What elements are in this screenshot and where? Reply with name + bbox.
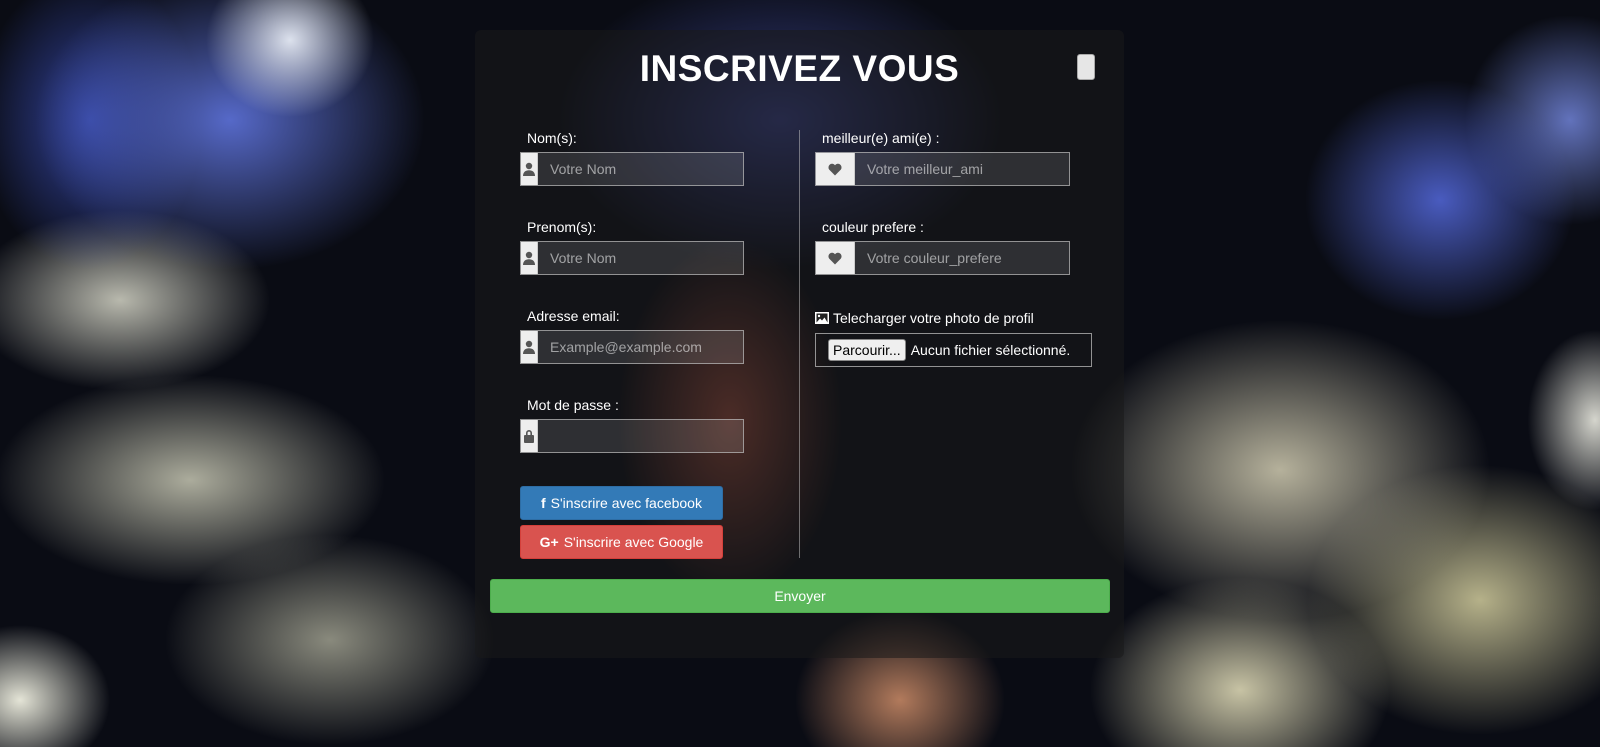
- photo-label-text: Telecharger votre photo de profil: [833, 310, 1034, 326]
- meilleur-ami-label: meilleur(e) ami(e) :: [822, 130, 940, 146]
- close-button[interactable]: [1077, 54, 1095, 80]
- prenom-label: Prenom(s):: [527, 219, 597, 235]
- user-icon: [521, 242, 538, 274]
- email-label: Adresse email:: [527, 308, 620, 324]
- browse-button[interactable]: Parcourir...: [828, 339, 906, 361]
- picture-icon: [815, 312, 829, 324]
- lock-icon: [521, 420, 538, 452]
- password-input[interactable]: [538, 420, 743, 452]
- couleur-label: couleur prefere :: [822, 219, 924, 235]
- prenom-input-group: [520, 241, 744, 275]
- email-input-group: [520, 330, 744, 364]
- submit-button[interactable]: Envoyer: [490, 579, 1110, 613]
- heart-icon: [816, 153, 855, 185]
- password-label: Mot de passe :: [527, 397, 619, 413]
- prenom-input[interactable]: [538, 242, 743, 274]
- facebook-icon: f: [541, 495, 546, 511]
- meilleur-ami-input-group: [815, 152, 1070, 186]
- file-status: Aucun fichier sélectionné.: [910, 342, 1071, 358]
- photo-label: Telecharger votre photo de profil: [815, 310, 1034, 326]
- couleur-input-group: [815, 241, 1070, 275]
- nom-input[interactable]: [538, 153, 743, 185]
- couleur-input[interactable]: [855, 242, 1069, 274]
- signup-modal: INSCRIVEZ VOUS Nom(s): Prenom(s): Adress…: [475, 30, 1124, 658]
- facebook-button-label: S'inscrire avec facebook: [550, 495, 702, 511]
- user-icon: [521, 153, 538, 185]
- user-icon: [521, 331, 538, 363]
- meilleur-ami-input[interactable]: [855, 153, 1069, 185]
- photo-file-input: Parcourir... Aucun fichier sélectionné.: [815, 333, 1092, 367]
- column-divider: [799, 130, 800, 558]
- nom-input-group: [520, 152, 744, 186]
- google-button-label: S'inscrire avec Google: [563, 534, 704, 550]
- google-plus-icon: G+: [539, 534, 559, 550]
- page-title: INSCRIVEZ VOUS: [639, 48, 960, 89]
- google-signup-button[interactable]: G+ S'inscrire avec Google: [520, 525, 723, 559]
- heart-icon: [816, 242, 855, 274]
- password-input-group: [520, 419, 744, 453]
- email-field[interactable]: [538, 331, 743, 363]
- facebook-signup-button[interactable]: f S'inscrire avec facebook: [520, 486, 723, 520]
- nom-label: Nom(s):: [527, 130, 577, 146]
